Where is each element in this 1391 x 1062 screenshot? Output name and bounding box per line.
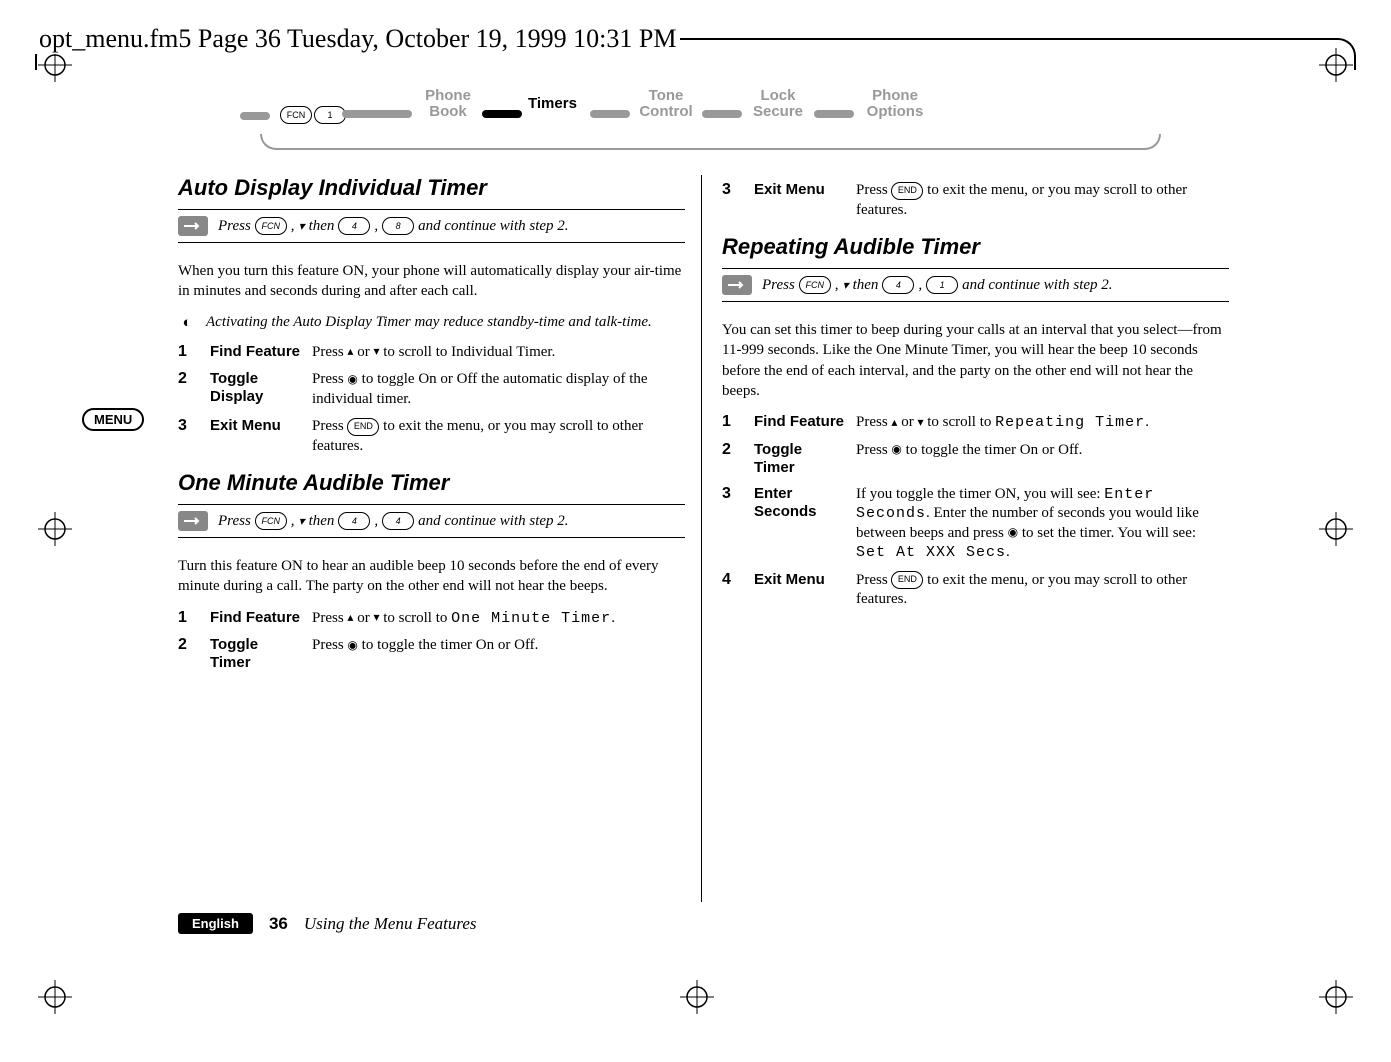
- fcn-key-icon: FCN: [255, 512, 287, 530]
- nav-phone-options: Phone Options: [860, 88, 930, 120]
- fcn-key-icon: FCN: [255, 217, 287, 235]
- step-row: 2 Toggle Timer Press ◉ to toggle the tim…: [722, 441, 1229, 477]
- key-1-icon: 1: [926, 276, 958, 294]
- key-4-icon: 4: [338, 512, 370, 530]
- fcn-key-icon: FCN: [799, 276, 831, 294]
- end-key-icon: END: [891, 571, 923, 589]
- down-arrow-icon: ▾: [843, 278, 849, 292]
- nav-lock-secure: Lock Secure: [748, 88, 808, 120]
- step-list: 3 Exit Menu Press END to exit the menu, …: [722, 181, 1229, 220]
- shortcut-arrow-icon: [178, 511, 208, 531]
- registration-mark-icon: [680, 980, 714, 1014]
- shortcut-line: Press FCN, ▾ then 4, 4 and continue with…: [178, 504, 685, 538]
- nav-tone-control: Tone Control: [636, 88, 696, 120]
- key-8-icon: 8: [382, 217, 414, 235]
- step-row: 1 Find Feature Press ▴ or ▾ to scroll to…: [722, 413, 1229, 433]
- header-text: opt_menu.fm5 Page 36 Tuesday, October 19…: [35, 24, 680, 54]
- step-row: 1 Find Feature Press ▴ or ▾ to scroll to…: [178, 343, 685, 363]
- shortcut-arrow-icon: [178, 216, 208, 236]
- menu-badge: MENU: [82, 408, 144, 431]
- end-key-icon: END: [347, 418, 379, 436]
- down-arrow-icon: ▾: [299, 514, 305, 528]
- section-title-repeating: Repeating Audible Timer: [722, 234, 1229, 260]
- page-footer: English 36 Using the Menu Features: [178, 913, 477, 934]
- step-row: 3 Enter Seconds If you toggle the timer …: [722, 485, 1229, 563]
- section-title-auto-display: Auto Display Individual Timer: [178, 175, 685, 201]
- section-title-one-minute: One Minute Audible Timer: [178, 470, 685, 496]
- step-list: 1 Find Feature Press ▴ or ▾ to scroll to…: [178, 343, 685, 457]
- step-list: 1 Find Feature Press ▴ or ▾ to scroll to…: [722, 413, 1229, 610]
- paragraph: Turn this feature ON to hear an audible …: [178, 556, 685, 597]
- select-icon: ◉: [347, 638, 357, 654]
- registration-mark-icon: [38, 980, 72, 1014]
- down-arrow-icon: ▾: [299, 219, 305, 233]
- info-icon: ◐: [178, 314, 196, 331]
- step-row: 3 Exit Menu Press END to exit the menu, …: [722, 181, 1229, 220]
- select-icon: ◉: [1008, 525, 1018, 541]
- step-row: 3 Exit Menu Press END to exit the menu, …: [178, 417, 685, 456]
- menu-path-nav: FCN 1 Phone Book Timers Tone Control Loc…: [250, 88, 1161, 152]
- select-icon: ◉: [891, 442, 901, 458]
- step-row: 2 Toggle Timer Press ◉ to toggle the tim…: [178, 636, 685, 672]
- select-icon: ◉: [347, 372, 357, 388]
- paragraph: When you turn this feature ON, your phon…: [178, 261, 685, 302]
- registration-mark-icon: [38, 512, 72, 546]
- fcn-key-icon: FCN: [280, 106, 312, 124]
- paragraph: You can set this timer to beep during yo…: [722, 320, 1229, 401]
- key-4-icon: 4: [382, 512, 414, 530]
- shortcut-line: Press FCN, ▾ then 4, 1 and continue with…: [722, 268, 1229, 302]
- key-4-icon: 4: [882, 276, 914, 294]
- registration-mark-icon: [1319, 512, 1353, 546]
- shortcut-arrow-icon: [722, 275, 752, 295]
- step-list: 1 Find Feature Press ▴ or ▾ to scroll to…: [178, 609, 685, 673]
- footer-title: Using the Menu Features: [304, 914, 477, 934]
- language-badge: English: [178, 913, 253, 934]
- nav-phone-book: Phone Book: [418, 88, 478, 120]
- framemaker-header: opt_menu.fm5 Page 36 Tuesday, October 19…: [35, 10, 1356, 70]
- nav-timers: Timers: [528, 96, 577, 112]
- end-key-icon: END: [891, 182, 923, 200]
- key-4-icon: 4: [338, 217, 370, 235]
- note: ◐ Activating the Auto Display Timer may …: [178, 314, 685, 331]
- page-number: 36: [269, 914, 288, 934]
- step-row: 4 Exit Menu Press END to exit the menu, …: [722, 571, 1229, 610]
- step-row: 1 Find Feature Press ▴ or ▾ to scroll to…: [178, 609, 685, 629]
- step-row: 2 Toggle Display Press ◉ to toggle On or…: [178, 370, 685, 409]
- registration-mark-icon: [1319, 980, 1353, 1014]
- shortcut-line: Press FCN, ▾ then 4, 8 and continue with…: [178, 209, 685, 243]
